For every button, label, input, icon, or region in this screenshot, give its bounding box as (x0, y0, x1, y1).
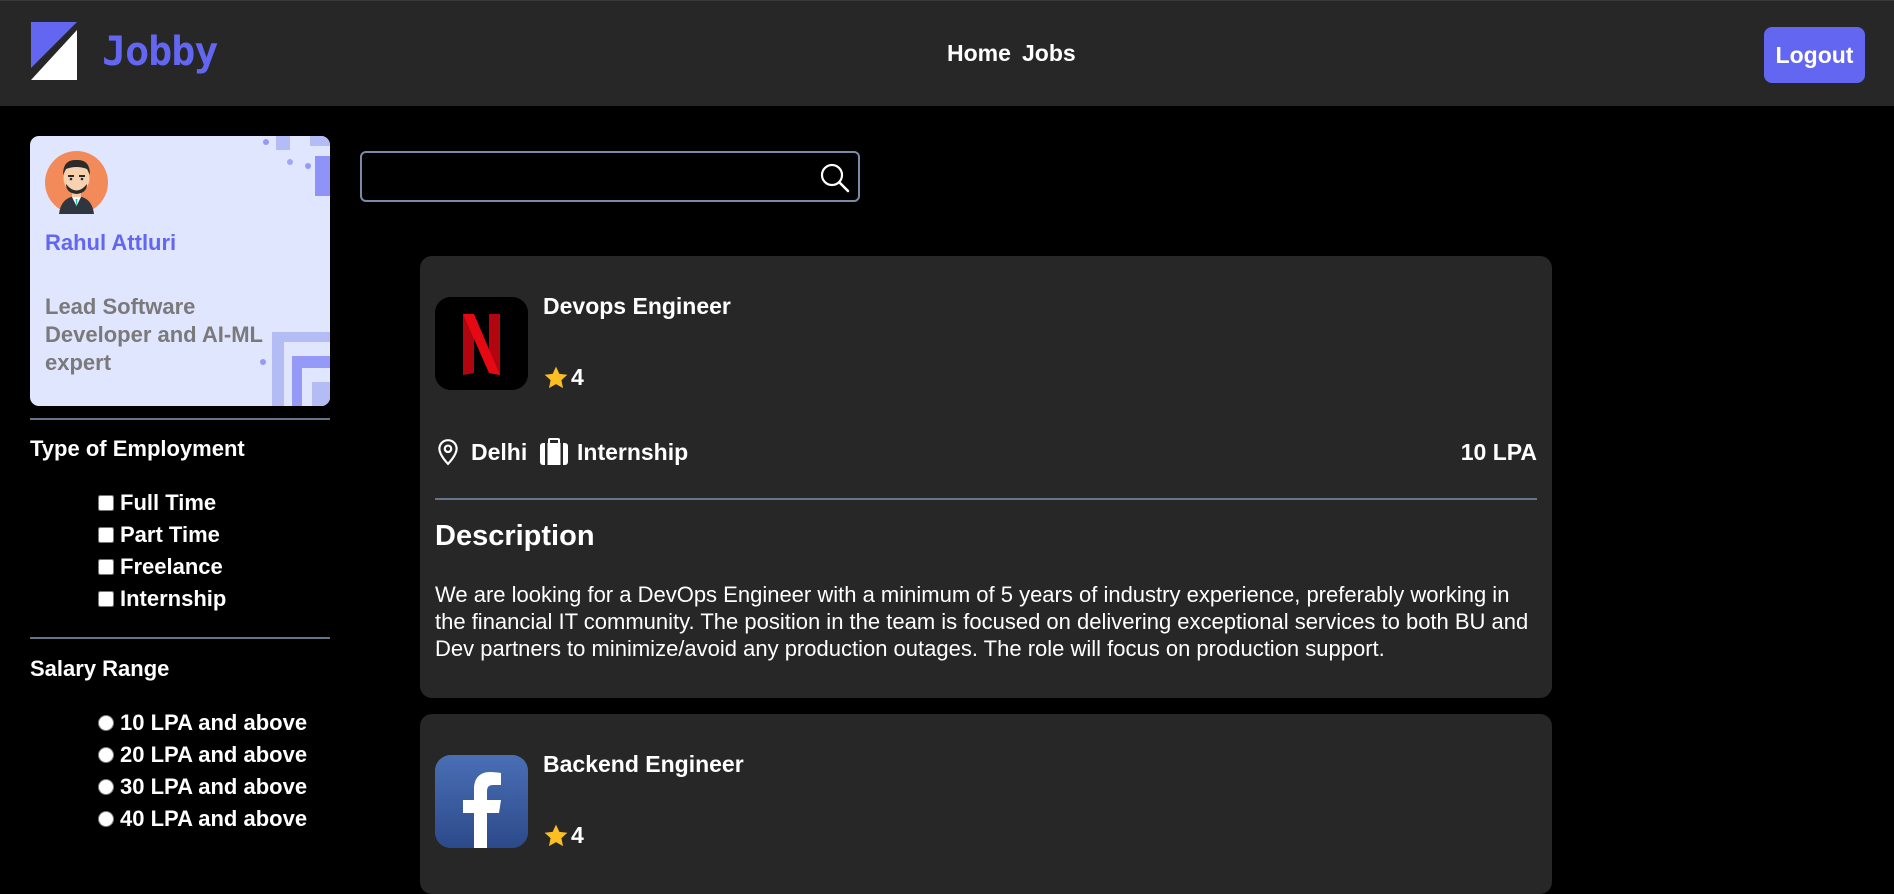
rating-value: 4 (571, 822, 584, 848)
profile-name: Rahul Attluri (45, 230, 177, 255)
employment-option-freelance[interactable]: Freelance (98, 554, 223, 580)
internship-checkbox[interactable] (98, 591, 114, 607)
job-card-divider (435, 498, 1537, 500)
job-card[interactable]: Backend Engineer 4 (420, 714, 1552, 894)
netflix-logo-icon (435, 297, 528, 390)
salary-option-30[interactable]: 30 LPA and above (98, 774, 307, 800)
freelance-label: Freelance (120, 554, 223, 579)
salary-10-label: 10 LPA and above (120, 710, 308, 735)
job-employment-type: Internship (539, 436, 688, 468)
job-rating: 4 (543, 822, 584, 849)
employment-type-text: Internship (577, 438, 689, 465)
star-icon (544, 824, 568, 846)
salary-30-radio[interactable] (98, 779, 114, 795)
internship-label: Internship (120, 586, 227, 611)
job-meta-row: Delhi Internship 10 LPA (435, 436, 1537, 468)
salary-20-label: 20 LPA and above (120, 742, 308, 767)
profile-card: Rahul Attluri Lead Software Developer an… (30, 136, 330, 406)
jobby-logo-icon[interactable] (31, 22, 77, 80)
job-title: Devops Engineer (543, 293, 731, 319)
nav-jobs-link[interactable]: Jobs (1022, 40, 1076, 67)
search-input[interactable] (370, 159, 800, 195)
employment-option-internship[interactable]: Internship (98, 586, 226, 612)
full-time-checkbox[interactable] (98, 495, 114, 511)
location-text: Delhi (471, 438, 528, 465)
nav-home-link[interactable]: Home (947, 40, 1011, 67)
salary-40-label: 40 LPA and above (120, 806, 308, 831)
salary-30-label: 30 LPA and above (120, 774, 308, 799)
part-time-label: Part Time (120, 522, 220, 547)
star-icon (544, 366, 568, 388)
profile-avatar (45, 151, 108, 214)
rating-value: 4 (571, 364, 584, 390)
part-time-checkbox[interactable] (98, 527, 114, 543)
employment-option-full-time[interactable]: Full Time (98, 490, 216, 516)
freelance-checkbox[interactable] (98, 559, 114, 575)
briefcase-icon (540, 438, 568, 465)
location-icon (438, 439, 458, 466)
company-logo (435, 755, 528, 848)
salary-10-radio[interactable] (98, 715, 114, 731)
job-description: We are looking for a DevOps Engineer wit… (435, 582, 1529, 661)
job-rating: 4 (543, 364, 584, 391)
company-logo (435, 297, 528, 390)
top-navbar: Jobby Home Jobs Logout (0, 0, 1894, 106)
salary-option-10[interactable]: 10 LPA and above (98, 710, 307, 736)
salary-option-20[interactable]: 20 LPA and above (98, 742, 307, 768)
salary-option-40[interactable]: 40 LPA and above (98, 806, 307, 832)
brand-name[interactable]: Jobby (102, 29, 218, 75)
salary-40-radio[interactable] (98, 811, 114, 827)
salary-range-heading: Salary Range (30, 656, 170, 681)
salary-20-radio[interactable] (98, 747, 114, 763)
facebook-logo-icon (435, 755, 528, 848)
job-location: Delhi (435, 436, 527, 468)
job-title: Backend Engineer (543, 751, 744, 777)
profile-bio: Lead Software Developer and AI-ML expert (45, 294, 263, 375)
job-card[interactable]: Devops Engineer 4 Delhi Internship 10 LP… (420, 256, 1552, 698)
employment-option-part-time[interactable]: Part Time (98, 522, 220, 548)
full-time-label: Full Time (120, 490, 217, 515)
employment-type-heading: Type of Employment (30, 436, 245, 461)
sidebar-divider (30, 418, 330, 420)
search-icon[interactable] (818, 161, 852, 195)
search-bar (360, 151, 860, 202)
logout-button[interactable]: Logout (1764, 27, 1865, 83)
sidebar-divider (30, 637, 330, 639)
job-package: 10 LPA (1460, 439, 1537, 465)
description-heading: Description (435, 520, 595, 552)
